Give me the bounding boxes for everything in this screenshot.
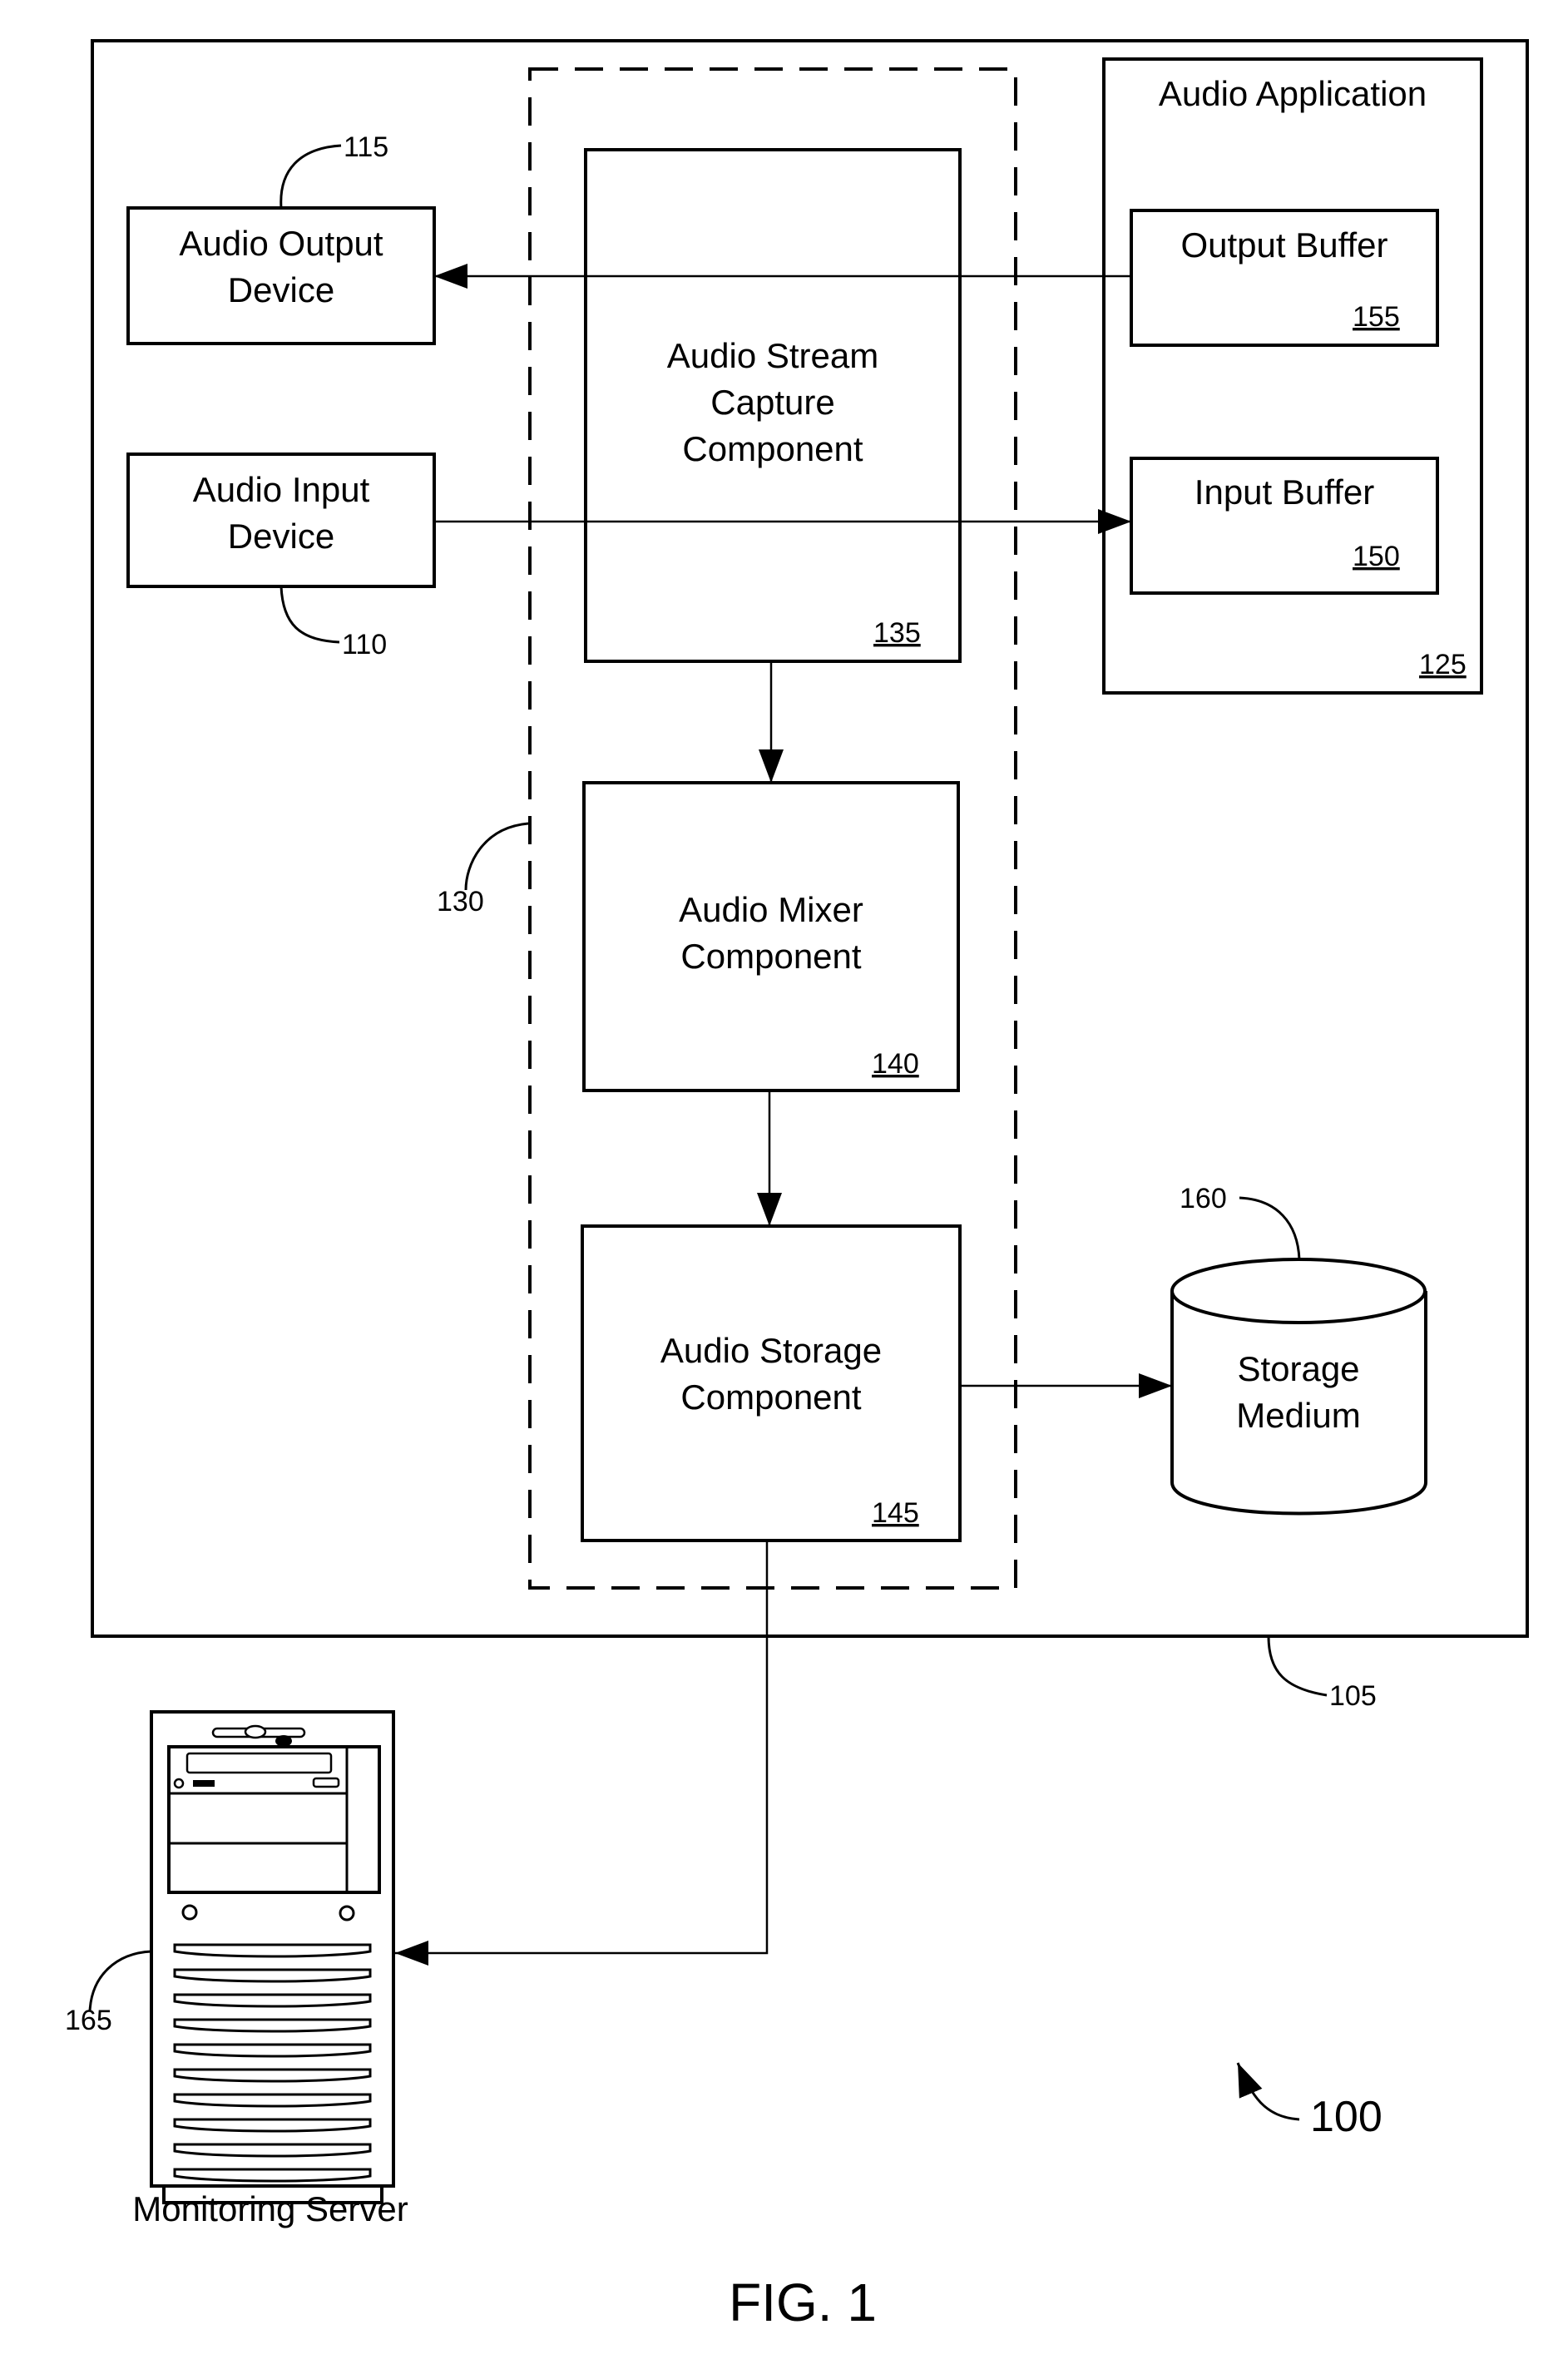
storage-component: Audio Storage Component 145 <box>581 1224 962 1542</box>
output-buffer: Output Buffer 155 <box>1130 209 1439 347</box>
system-ref-pointer: 100 <box>1236 2062 1383 2141</box>
input-buffer: Input Buffer 150 <box>1130 457 1439 595</box>
monitoring-server-ref: 165 <box>65 2005 112 2036</box>
audio-application-ref: 125 <box>1419 649 1467 680</box>
capture-component: Audio Stream Capture Component 135 <box>584 148 962 663</box>
monitoring-server: 165 Monitoring Server <box>65 1710 408 2228</box>
audio-application: Audio Application 125 Output Buffer 155 … <box>1102 57 1483 695</box>
svg-text:Component: Component <box>680 1377 861 1417</box>
system-ref: 100 <box>1310 2093 1383 2141</box>
svg-text:Storage: Storage <box>1237 1349 1359 1388</box>
audio-output-device-ref: 115 <box>344 131 388 163</box>
storage-medium-ref: 160 <box>1180 1183 1227 1214</box>
svg-text:Device: Device <box>228 517 334 556</box>
system-diagram: 105 130 Audio Output Device 115 Audio In… <box>65 39 1529 2332</box>
computer-ref-leader: 105 <box>1267 1635 1377 1712</box>
capture-component-ref: 135 <box>873 617 921 649</box>
output-buffer-ref: 155 <box>1353 301 1400 333</box>
figure-caption: FIG. 1 <box>729 2273 877 2332</box>
svg-text:Audio Storage: Audio Storage <box>660 1331 882 1370</box>
recording-module-ref: 130 <box>437 886 484 917</box>
mixer-component: Audio Mixer Component 140 <box>582 781 960 1092</box>
mixer-component-ref: 140 <box>872 1048 919 1080</box>
server-icon <box>150 1710 395 2204</box>
svg-text:Audio Application: Audio Application <box>1159 74 1427 113</box>
storage-component-ref: 145 <box>872 1497 919 1529</box>
svg-text:Audio Mixer: Audio Mixer <box>679 890 863 929</box>
svg-text:Audio Output: Audio Output <box>179 224 383 263</box>
monitoring-server-label: Monitoring Server <box>132 2189 408 2228</box>
svg-text:Component: Component <box>680 937 861 976</box>
svg-text:Capture: Capture <box>710 383 834 422</box>
input-buffer-ref: 150 <box>1353 541 1400 572</box>
svg-text:Input Buffer: Input Buffer <box>1195 472 1374 512</box>
svg-text:Output Buffer: Output Buffer <box>1180 225 1387 265</box>
svg-text:Audio Input: Audio Input <box>193 470 370 509</box>
svg-text:Device: Device <box>228 270 334 309</box>
svg-text:Medium: Medium <box>1236 1396 1360 1435</box>
audio-input-device-ref: 110 <box>342 629 387 660</box>
svg-text:Audio Stream: Audio Stream <box>667 336 878 375</box>
svg-text:Component: Component <box>682 429 863 468</box>
computer-ref: 105 <box>1329 1680 1377 1712</box>
